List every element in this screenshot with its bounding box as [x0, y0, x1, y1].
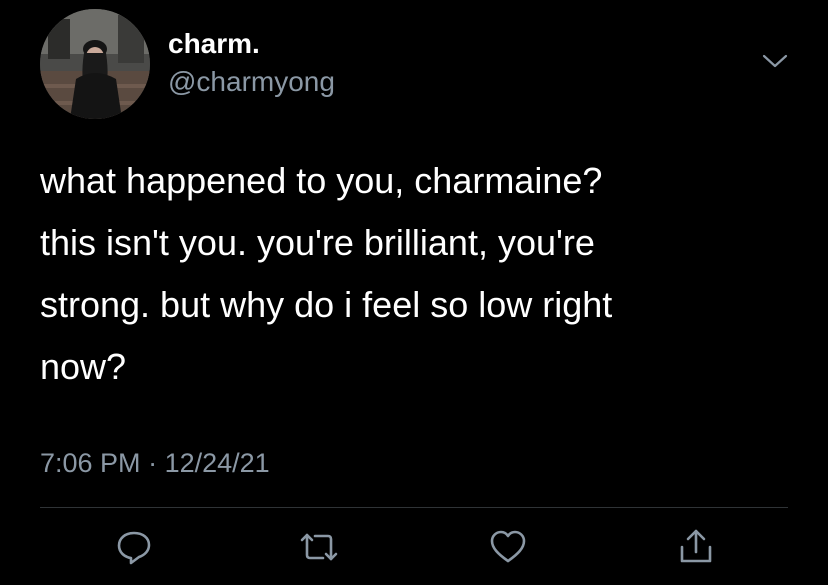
- user-handle[interactable]: @charmyong: [168, 66, 335, 98]
- share-icon: [680, 529, 712, 563]
- reply-icon: [117, 531, 151, 565]
- retweet-button[interactable]: [299, 527, 339, 567]
- tweet-text-line: what happened to you, charmaine?: [40, 160, 603, 201]
- reply-button[interactable]: [114, 527, 154, 567]
- meta-separator: ·: [148, 448, 158, 478]
- tweet-timestamp[interactable]: 7:06 PM · 12/24/21: [40, 446, 270, 480]
- retweet-icon: [300, 533, 338, 561]
- divider: [40, 507, 788, 508]
- heart-icon: [490, 530, 526, 563]
- tweet-text-line: this isn't you. you're brilliant, you're: [40, 222, 595, 263]
- tweet-text-line: now?: [40, 346, 127, 387]
- tweet-time: 7:06 PM: [40, 448, 141, 478]
- tweet-card: charm. @charmyong what happened to you, …: [0, 0, 828, 585]
- tweet-date: 12/24/21: [164, 448, 270, 478]
- display-name[interactable]: charm.: [168, 28, 260, 60]
- share-button[interactable]: [676, 527, 716, 567]
- tweet-text-line: strong. but why do i feel so low right: [40, 284, 613, 325]
- like-button[interactable]: [488, 527, 528, 567]
- tweet-text: what happened to you, charmaine? this is…: [40, 150, 800, 398]
- avatar[interactable]: [40, 9, 150, 119]
- profile-photo-icon: [40, 9, 150, 119]
- chevron-down-icon[interactable]: [760, 50, 790, 72]
